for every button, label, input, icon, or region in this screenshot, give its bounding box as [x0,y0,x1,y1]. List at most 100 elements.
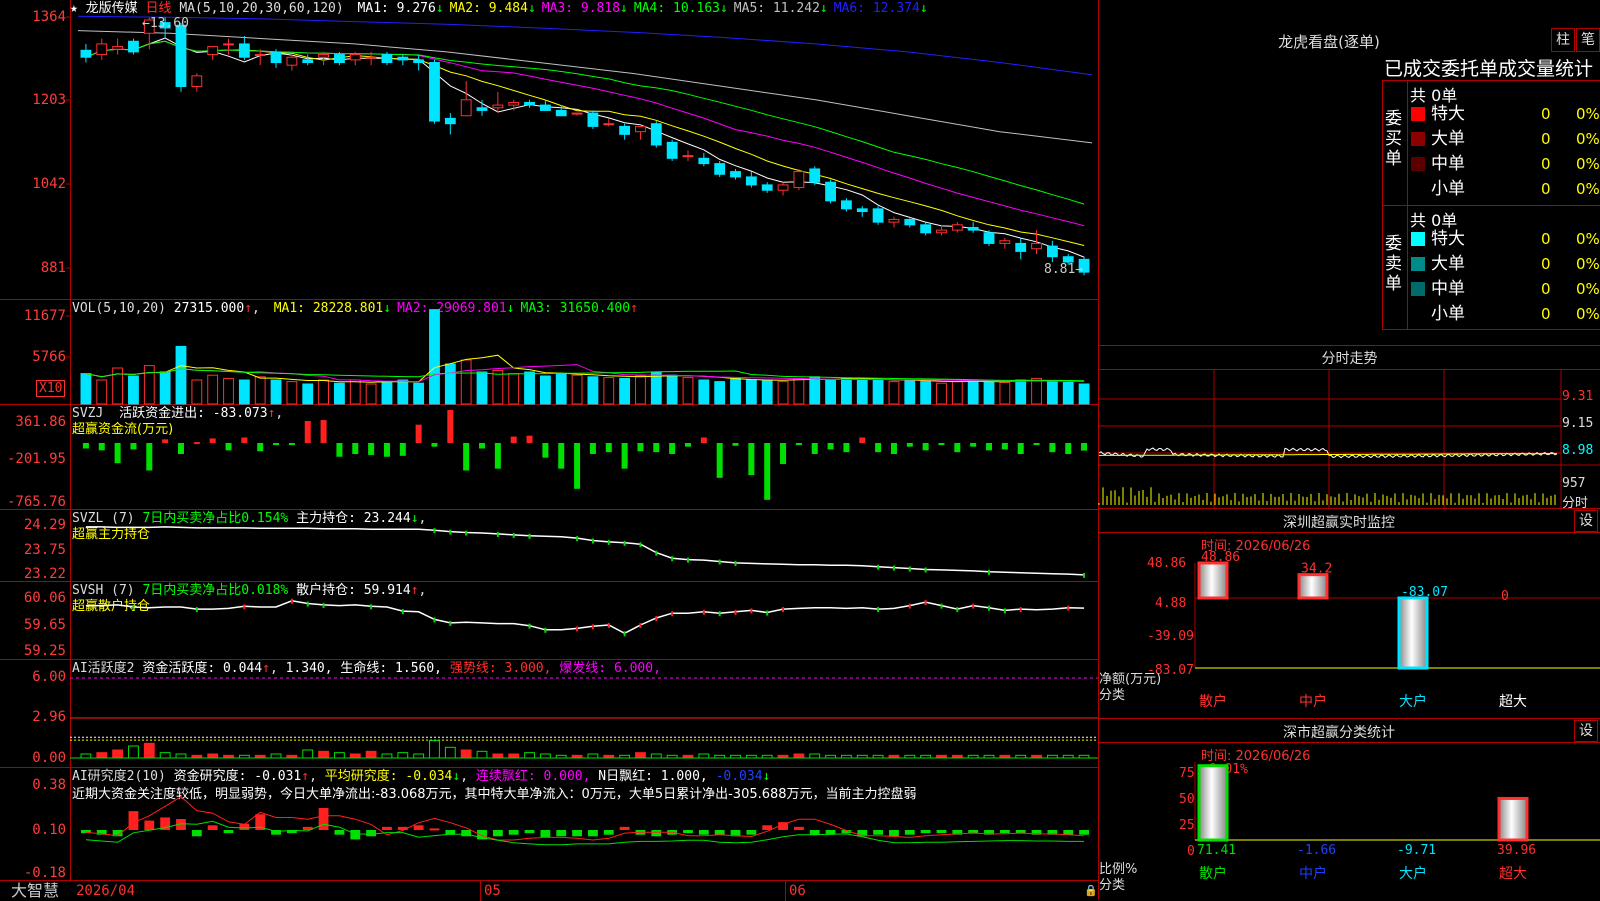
volume-bar [476,371,488,405]
row-label: 中单 [1431,279,1465,299]
legend-swatch [1411,232,1425,246]
activity-bar [80,753,92,759]
flow-bar [1081,443,1088,451]
ai-research-chart [81,796,1089,846]
volume-bar [207,374,219,405]
volume-bar [1046,381,1058,405]
candle [825,181,836,202]
ai-activity-chart [70,677,1098,759]
flow-bar [368,443,375,455]
sell-side-label: 委卖单 [1385,234,1402,294]
flow-bar [383,443,390,457]
candle [730,171,741,178]
row-count: 0 [1541,180,1551,198]
volume-bar [872,379,884,405]
volume-bar [967,379,979,405]
flow-bar [1065,443,1072,454]
sz-monitor-panel[interactable]: 深圳超赢实时监控 设 时间: 2026/06/26 48.86 散户 34.2 中户 -… [1099,508,1600,719]
flow-bar [114,443,121,464]
volume-bar [603,377,615,405]
lock-icon[interactable]: 🔒 [1084,884,1098,897]
flow-bar [98,443,105,451]
research-bar [889,830,899,837]
candle [223,43,234,46]
candle [207,46,219,56]
research-bar [366,830,377,837]
volume-bar [777,381,789,405]
volume-bar [555,373,567,405]
candle [334,54,345,64]
research-bar [793,826,804,830]
buy-side-label: 委买单 [1385,109,1402,169]
sell-row: 大单 0 0% [1411,253,1600,275]
flow-bar [257,443,264,452]
candle [682,155,694,158]
row-percent: 0% [1576,280,1600,298]
buy-row: 中单 0 0% [1411,153,1600,175]
tick-view-button[interactable]: 笔 [1576,28,1600,52]
flow-bar [273,443,280,445]
svsh-pane[interactable]: 60.06 59.65 59.25 SVSH (7) 7日内买卖净占比0.018… [0,582,1098,660]
sell-row: 小单 0 0% [1411,303,1600,325]
svzj-pane[interactable]: 361.86 -201.95 -765.76 SVZJ 活跃资金进出: -83.… [0,405,1098,510]
ai-activity-pane[interactable]: 6.00 2.96 0.00 AI活跃度2 资金活跃度: 0.044↑, 1.3… [0,660,1098,768]
activity-bar [302,749,314,759]
flow-bar [494,443,501,469]
sz-bar-value: -83.07 [1401,585,1448,600]
sz-class-panel[interactable]: 深市超赢分类统计 设 时间: 2026/06/26 +0.01% 71.41散户… [1099,718,1600,900]
activity-bar [270,753,282,759]
volume-bar [444,363,456,405]
svzl-pane[interactable]: 24.29 23.75 23.22 SVZL (7) 7日内买卖净占比0.154… [0,510,1098,582]
volume-bar [936,382,947,405]
intraday-y-label: 9.15 [1562,416,1594,431]
volume-bar [238,379,250,405]
volume-bar [112,367,124,405]
research-bar [572,830,582,837]
volume-bar [888,381,900,405]
sz-monitor-chart: 48.86 散户 34.2 中户 -83.07 大户 0 超大 [1194,550,1600,710]
intraday-y-label: 957 [1562,476,1586,491]
volume-bar [492,369,504,405]
volume-bar [270,379,282,405]
longhu-table: 委买单 共 0单 特大 0 0% 大单 0 0% 中单 0 0% 小单 0 0% 委卖单 共 0单 特… [1382,80,1600,330]
candle [191,75,203,87]
activity-bar [96,752,108,759]
longhu-title: 龙虎看盘(逐单) [1278,33,1380,51]
research-bar [809,830,820,835]
candle [80,49,92,58]
flow-bar [177,443,184,454]
research-bar [524,830,535,834]
candle [1031,242,1042,250]
sz-bar-value: 0 [1501,589,1509,604]
activity-bar [112,749,124,759]
legend-swatch [1411,282,1425,296]
szc-category-label: 大户 [1399,865,1427,882]
sz-bar [1297,573,1329,600]
volume-pane[interactable]: 11677 5766 X10 VOL(5,10,20) 27315.000↑, … [0,300,1098,405]
svsh-chart [85,598,1085,637]
volume-bar [286,381,298,405]
volume-bar [1015,379,1027,405]
flow-bar [574,443,581,489]
brand-logo: 大智慧 [0,880,70,901]
flow-bar [542,443,549,458]
activity-bar [650,753,662,759]
ai-research-pane[interactable]: 0.38 0.10 -0.18 AI研究度2(10) 资金研究度: -0.031… [0,768,1098,882]
sz-bar-value: 48.86 [1201,550,1240,565]
flow-bar [700,437,707,443]
volume-bar [904,379,916,405]
research-bar [603,830,614,835]
volume-bar [223,377,234,405]
kline-pane[interactable]: 1364 1203 1042 881 ★ 龙版传媒 日线 MA(5,10,20,… [0,0,1098,300]
candle [571,112,583,115]
volume-bar [429,309,440,405]
flow-bar [780,443,787,465]
candle [872,208,884,223]
candle [112,46,124,50]
flow-bar [162,439,169,443]
row-label: 特大 [1431,229,1465,249]
column-view-button[interactable]: 柱 [1551,28,1575,52]
flow-bar [922,443,929,451]
candle [318,54,329,58]
intraday-panel[interactable]: 分时走势 9.31 9.15 8.98 957 分时 [1098,345,1600,511]
